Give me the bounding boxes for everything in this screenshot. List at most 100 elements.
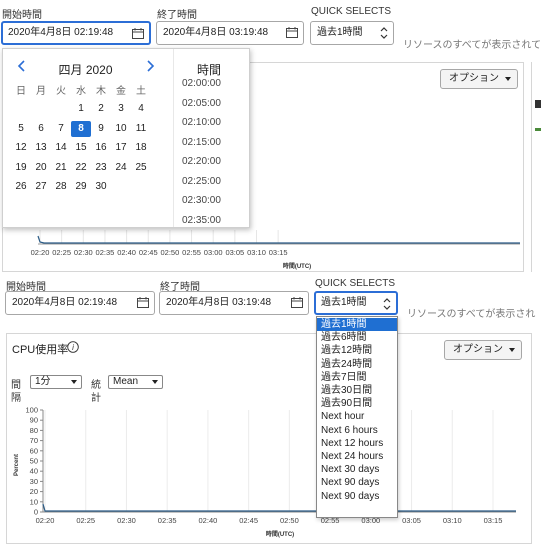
calendar-icon[interactable] <box>291 297 303 308</box>
calendar-icon[interactable] <box>137 297 149 308</box>
quick-option[interactable]: 過去24時間 <box>317 358 397 371</box>
time-option[interactable]: 02:20:00 <box>182 156 221 167</box>
x-tick-label: 02:25 <box>52 248 71 257</box>
calendar-day[interactable]: 20 <box>31 160 51 176</box>
calendar-day[interactable]: 13 <box>31 140 51 156</box>
quick-selects-value: 過去1時間 <box>317 27 363 38</box>
calendar-icon[interactable] <box>286 27 298 38</box>
options-button[interactable]: オプション <box>444 340 522 360</box>
updown-arrows-icon <box>383 298 391 310</box>
panel-title: CPU使用率 <box>12 344 69 356</box>
calendar-day[interactable]: 17 <box>111 140 131 156</box>
time-option[interactable]: 02:25:00 <box>182 176 221 187</box>
calendar-day[interactable]: 21 <box>51 160 71 176</box>
calendar-day[interactable]: 19 <box>11 160 31 176</box>
quick-option[interactable]: 過去30日間 <box>317 384 397 397</box>
calendar-day[interactable]: 22 <box>71 160 91 176</box>
end-time-input[interactable]: 2020年4月8日 03:19:48 <box>156 21 304 45</box>
y-tick-label: 80 <box>30 426 38 435</box>
options-button[interactable]: オプション <box>440 69 518 89</box>
x-tick-label: 02:35 <box>158 516 177 525</box>
weekday-label: 月 <box>36 86 46 97</box>
calendar-day[interactable]: 2 <box>91 101 111 117</box>
interval-select[interactable]: 1分 <box>30 375 82 389</box>
quick-selects-dropdown[interactable]: 過去1時間 <box>314 291 398 315</box>
weekday-label: 水 <box>76 86 86 97</box>
calendar-day[interactable]: 29 <box>71 179 91 195</box>
quick-option[interactable]: 過去6時間 <box>317 331 397 344</box>
time-option[interactable]: 02:05:00 <box>182 98 221 109</box>
calendar-day[interactable]: 15 <box>71 140 91 156</box>
x-tick-label: 02:30 <box>74 248 93 257</box>
cpu-chart-svg: 1009080706050403020100 02:20 02:25 02:30 02… <box>14 406 516 538</box>
y-axis-title: Percent <box>14 454 20 476</box>
calendar-day[interactable]: 10 <box>111 121 131 137</box>
y-tick-label: 50 <box>30 457 38 466</box>
info-icon[interactable]: i <box>67 341 79 353</box>
calendar-day[interactable]: 30 <box>91 179 111 195</box>
x-tick-label: 02:20 <box>36 516 55 525</box>
end-time-input[interactable]: 2020年4月8日 03:19:48 <box>159 291 309 315</box>
quick-option-selected[interactable]: 過去1時間 <box>317 318 397 331</box>
calendar-day[interactable]: 26 <box>11 179 31 195</box>
info-note: リソースのすべてが表示されて <box>403 40 541 51</box>
quick-option[interactable]: 過去12時間 <box>317 344 397 357</box>
y-tick-label: 70 <box>30 436 38 445</box>
calendar-day[interactable]: 14 <box>51 140 71 156</box>
calendar-day-selected[interactable]: 8 <box>71 120 91 137</box>
calendar-day[interactable]: 3 <box>111 101 131 117</box>
start-time-input[interactable]: 2020年4月8日 02:19:48 <box>1 21 151 45</box>
quick-option[interactable]: Next hour <box>317 410 397 423</box>
quick-option[interactable]: 過去7日間 <box>317 371 397 384</box>
x-axis-title: 時間(UTC) <box>266 530 294 538</box>
x-tick-label: 02:30 <box>117 516 136 525</box>
caret-down-icon <box>71 380 77 384</box>
statistic-value: Mean <box>113 376 139 387</box>
quick-option[interactable]: Next 90 days <box>317 490 397 503</box>
time-list[interactable]: 時間 02:00:00 02:05:00 02:10:00 02:15:00 02:20… <box>173 49 251 227</box>
calendar-day[interactable]: 24 <box>111 160 131 176</box>
quick-option[interactable]: Next 30 days <box>317 463 397 476</box>
calendar-day[interactable]: 1 <box>71 101 91 117</box>
calendar-day[interactable]: 25 <box>131 160 151 176</box>
calendar-day[interactable]: 12 <box>11 140 31 156</box>
calendar-day[interactable]: 5 <box>11 121 31 137</box>
quick-selects-list[interactable]: 過去1時間 過去6時間 過去12時間 過去24時間 過去7日間 過去30日間 過去90日間 N… <box>316 316 398 518</box>
quick-option[interactable]: 過去90日間 <box>317 397 397 410</box>
calendar-day[interactable]: 11 <box>131 121 151 137</box>
time-option[interactable]: 02:10:00 <box>182 117 221 128</box>
time-option[interactable]: 02:00:00 <box>182 78 221 89</box>
start-time-value: 2020年4月8日 02:19:48 <box>12 297 118 308</box>
weekday-label: 金 <box>116 86 126 97</box>
calendar-day[interactable]: 23 <box>91 160 111 176</box>
next-month-icon[interactable] <box>143 59 157 73</box>
quick-option[interactable]: Next 12 hours <box>317 437 397 450</box>
time-option[interactable]: 02:35:00 <box>182 215 221 226</box>
time-option[interactable]: 02:15:00 <box>182 137 221 148</box>
quick-selects-dropdown[interactable]: 過去1時間 <box>310 21 394 45</box>
time-option[interactable]: 02:30:00 <box>182 195 221 206</box>
end-time-value: 2020年4月8日 03:19:48 <box>166 297 272 308</box>
x-tick-label: 03:05 <box>402 516 421 525</box>
calendar-day[interactable]: 6 <box>31 121 51 137</box>
calendar-day[interactable]: 9 <box>91 121 111 137</box>
calendar-day[interactable]: 16 <box>91 140 111 156</box>
calendar-day[interactable]: 27 <box>31 179 51 195</box>
right-edge-mark <box>535 128 541 131</box>
calendar-day[interactable]: 28 <box>51 179 71 195</box>
statistic-select[interactable]: Mean <box>108 375 163 389</box>
calendar-day[interactable]: 4 <box>131 101 151 117</box>
x-tick-label: 02:50 <box>280 516 299 525</box>
calendar-icon[interactable] <box>132 28 144 39</box>
start-time-input[interactable]: 2020年4月8日 02:19:48 <box>5 291 155 315</box>
x-tick-label: 03:15 <box>269 248 288 257</box>
quick-option[interactable]: Next 24 hours <box>317 450 397 463</box>
info-note: リソースのすべてが表示され <box>407 309 536 320</box>
weekday-label: 木 <box>96 86 106 97</box>
calendar-day[interactable]: 18 <box>131 140 151 156</box>
quick-option[interactable]: Next 6 hours <box>317 424 397 437</box>
y-tick-label: 60 <box>30 446 38 455</box>
quick-option[interactable]: Next 90 days <box>317 476 397 489</box>
calendar-day[interactable]: 7 <box>51 121 71 137</box>
date-picker-popup: 四月 2020 日月火水木金土 1 2 3 4 5 6 7 8 9 10 11 12 13 14 15 16 17… <box>2 48 250 228</box>
